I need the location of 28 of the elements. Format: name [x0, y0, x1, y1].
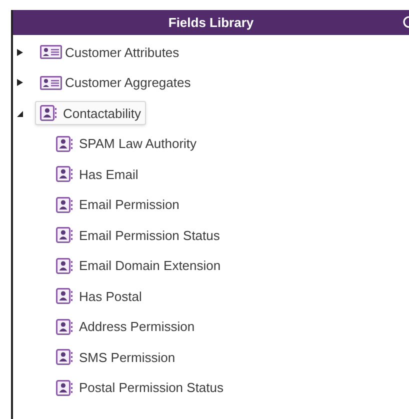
contact-icon — [56, 196, 73, 213]
collapsed-arrow-icon[interactable] — [17, 48, 23, 56]
tree-item[interactable]: Customer Aggregates — [35, 70, 196, 95]
expanded-arrow-icon[interactable] — [17, 110, 23, 117]
tree-item[interactable]: Contactability — [35, 101, 146, 126]
contact-icon — [56, 258, 73, 274]
tree-item[interactable]: Has Email — [51, 162, 144, 186]
tree-item[interactable]: Postal Permission Status — [51, 376, 229, 400]
contact-icon — [56, 227, 73, 244]
tree-item[interactable]: Email Permission — [51, 192, 184, 217]
contact-icon — [40, 105, 57, 122]
contact-icon — [56, 136, 73, 152]
tree-item[interactable]: Has Postal — [51, 284, 147, 308]
id-card-icon — [40, 76, 62, 90]
contact-icon — [56, 349, 73, 366]
tree-item[interactable]: Email Domain Extension — [51, 254, 226, 278]
id-card-icon — [40, 45, 62, 60]
tree-item[interactable]: SMS Permission — [51, 345, 180, 370]
contact-icon — [56, 166, 73, 182]
contact-icon — [56, 380, 73, 396]
tree-item[interactable]: Address Permission — [51, 314, 200, 339]
collapsed-arrow-icon[interactable] — [17, 79, 23, 86]
tree-item[interactable]: Email Permission Status — [51, 223, 225, 248]
contact-icon — [56, 288, 73, 304]
contact-icon — [56, 318, 73, 335]
panel-title: Fields Library — [168, 14, 254, 32]
tree-item[interactable]: Customer Attributes — [35, 40, 184, 64]
tree-item[interactable]: SPAM Law Authority — [51, 132, 202, 156]
